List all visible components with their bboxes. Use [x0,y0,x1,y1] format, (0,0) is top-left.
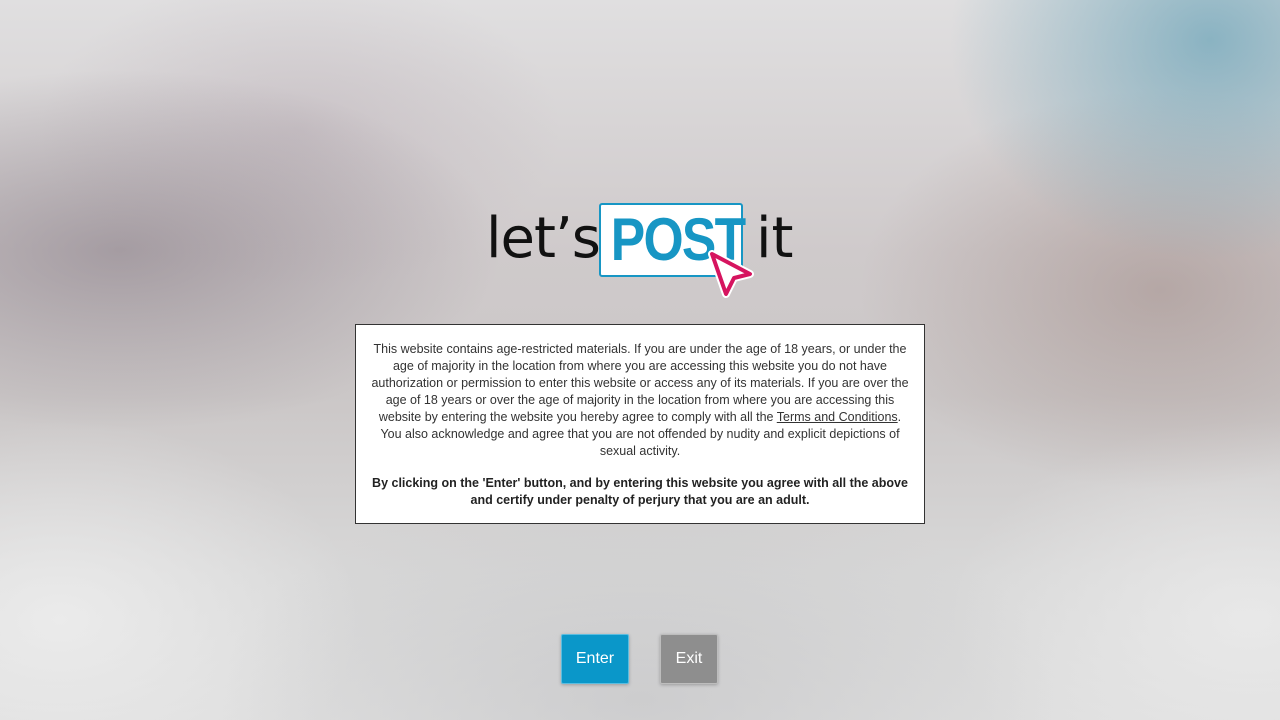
terms-and-conditions-link[interactable]: Terms and Conditions [777,410,898,424]
enter-button[interactable]: Enter [561,634,629,684]
cursor-arrow-icon [708,250,754,298]
agreement-statement: By clicking on the 'Enter' button, and b… [372,476,908,507]
site-logo: let’s POST it [484,200,804,300]
age-verification-notice: This website contains age-restricted mat… [355,324,925,524]
notice-paragraph: This website contains age-restricted mat… [370,341,910,460]
logo-text-lets: let’s [486,206,601,271]
exit-button[interactable]: Exit [660,634,718,684]
logo-text-it: it [756,206,794,271]
